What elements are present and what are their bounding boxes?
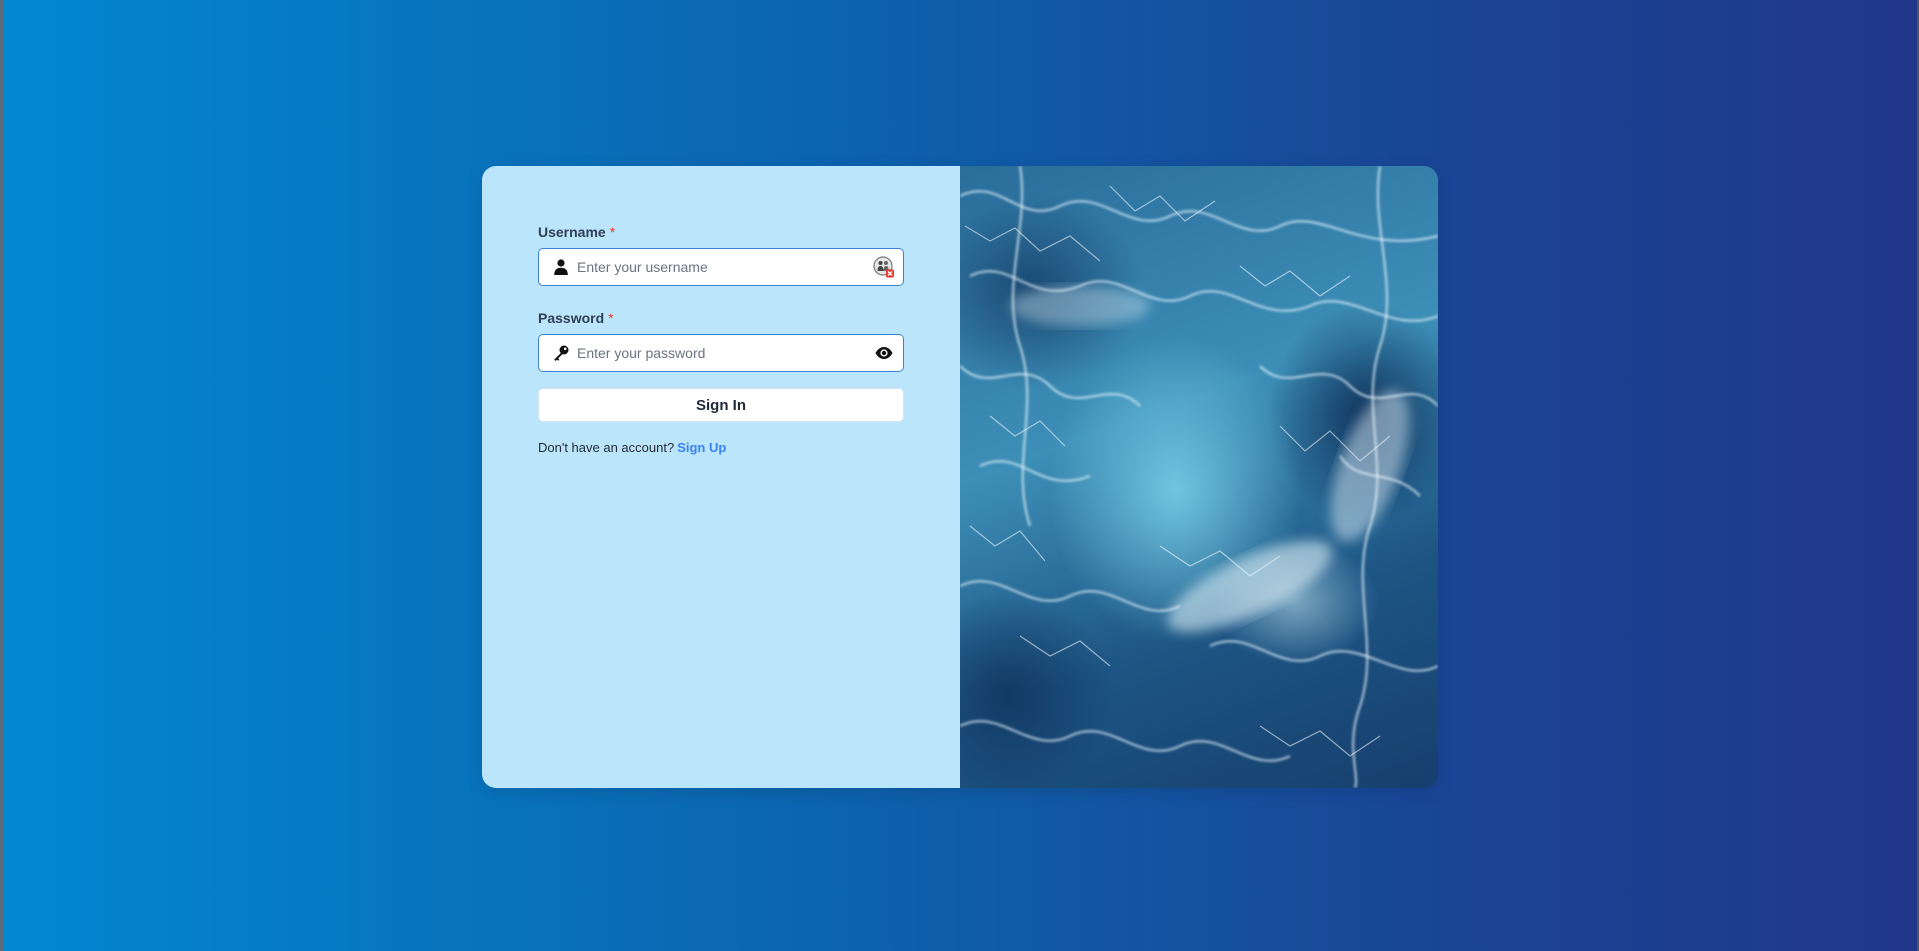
eye-icon[interactable] <box>873 342 895 364</box>
window-edge-left <box>0 0 4 951</box>
foam-texture <box>960 166 1438 788</box>
username-label: Username * <box>538 222 904 242</box>
username-input[interactable] <box>577 249 857 284</box>
password-required-mark: * <box>608 310 614 326</box>
password-label: Password * <box>538 308 904 328</box>
sign-in-button[interactable]: Sign In <box>538 388 904 422</box>
ocean-waves-image <box>960 166 1438 788</box>
username-label-text: Username <box>538 224 606 240</box>
signup-prompt-text: Don't have an account? <box>538 440 675 455</box>
login-form: Username* P <box>538 222 904 455</box>
password-input[interactable] <box>577 335 857 370</box>
key-icon <box>554 345 569 361</box>
username-required-mark: * <box>609 224 616 240</box>
login-form-panel: Username* P <box>482 166 960 788</box>
sign-up-link[interactable]: Sign Up <box>677 440 726 455</box>
password-label-text: Password <box>538 310 605 326</box>
password-manager-icon[interactable] <box>873 256 895 278</box>
signup-prompt: Don't have an account? Sign Up <box>538 440 904 455</box>
user-icon <box>554 259 568 275</box>
password-field <box>538 334 904 372</box>
username-field <box>538 248 904 286</box>
login-card: Username* P <box>482 166 1438 788</box>
